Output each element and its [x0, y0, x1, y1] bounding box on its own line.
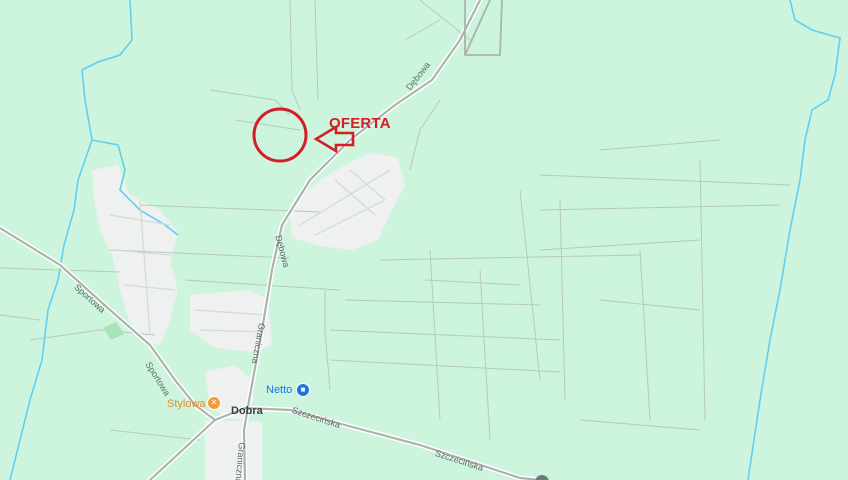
shopping-bag-icon[interactable]: ■ [296, 383, 310, 397]
restaurant-icon[interactable]: ✕ [207, 396, 221, 410]
place-label-dobra[interactable]: Dobra [231, 405, 263, 417]
poi-label-netto[interactable]: Netto [266, 384, 292, 396]
oferta-label: OFERTA [329, 115, 391, 132]
map-canvas[interactable]: OFERTA Dębowa Dębowa Graniczna Graniczna… [0, 0, 848, 480]
poi-label-stylowa[interactable]: Stylowa [167, 398, 206, 410]
